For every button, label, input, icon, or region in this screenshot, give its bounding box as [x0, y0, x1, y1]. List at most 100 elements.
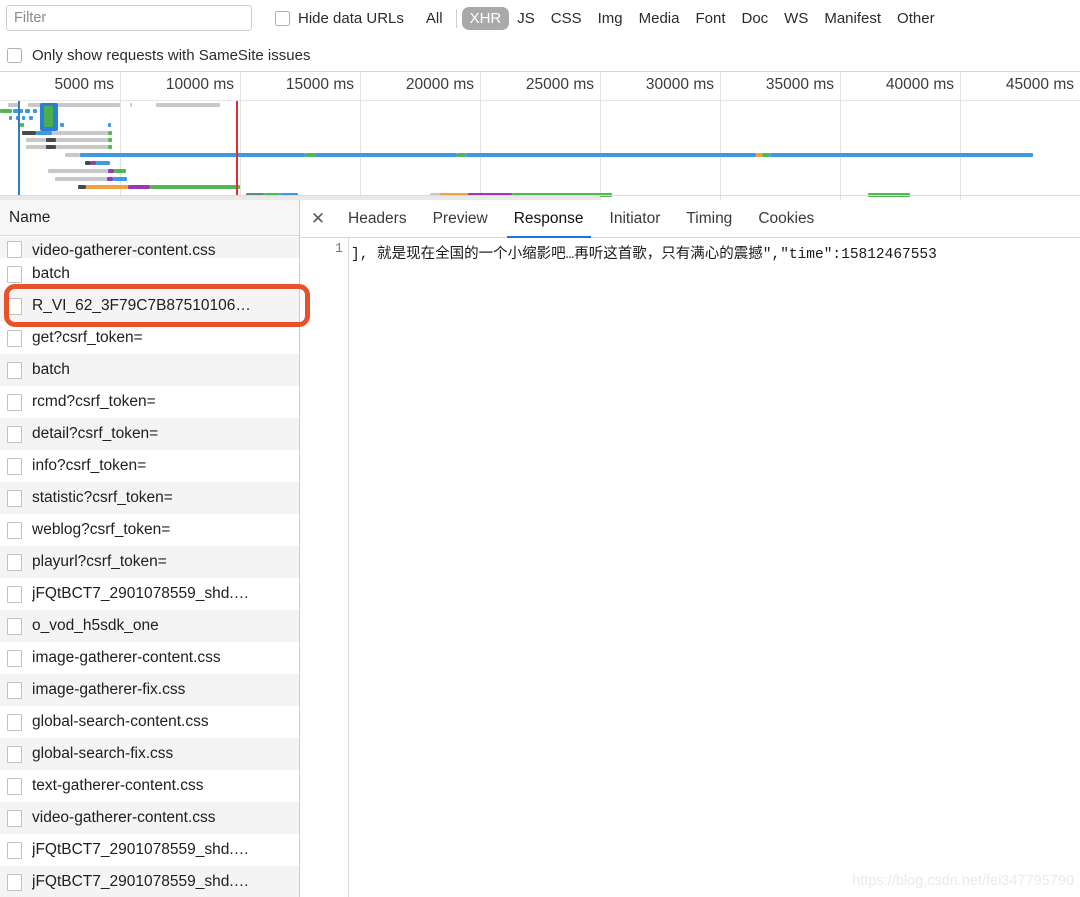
overview-request-bar	[26, 145, 48, 149]
overview-selected-request-inner	[44, 106, 53, 127]
request-row[interactable]: o_vod_h5sdk_one	[0, 610, 299, 642]
request-row-checkbox[interactable]	[7, 681, 22, 699]
hide-data-urls-checkbox[interactable]	[275, 10, 290, 26]
tab-headers[interactable]: Headers	[335, 200, 420, 238]
filter-input[interactable]	[6, 5, 252, 31]
request-row-checkbox[interactable]	[7, 393, 22, 411]
overview-request-bar	[52, 131, 108, 135]
timeline-marker-dom-content-loaded	[18, 101, 20, 200]
request-row-checkbox[interactable]	[7, 841, 22, 859]
response-body[interactable]: 1 ], 就是现在全国的一个小缩影吧…再听这首歌，只有满心的震撼","time"…	[301, 238, 1080, 897]
network-timeline-overview[interactable]: 5000 ms 10000 ms 15000 ms 20000 ms 25000 ms 3…	[0, 72, 1080, 200]
request-row[interactable]: batch	[0, 258, 299, 290]
hide-data-urls-control[interactable]: Hide data URLs	[275, 10, 404, 27]
request-row-checkbox[interactable]	[7, 489, 22, 507]
overview-request-bar	[26, 138, 48, 142]
request-row-checkbox[interactable]	[7, 521, 22, 539]
response-code-line: ], 就是现在全国的一个小缩影吧…再听这首歌，只有满心的震撼","time":1…	[351, 247, 937, 263]
overview-request-bar	[25, 109, 30, 113]
overview-request-bar	[46, 138, 56, 142]
request-row-checkbox[interactable]	[7, 361, 22, 379]
request-row[interactable]: global-search-fix.css	[0, 738, 299, 770]
overview-request-bar	[770, 153, 1033, 157]
type-filter-font[interactable]: Font	[687, 7, 733, 30]
request-row[interactable]: video-gatherer-content.css	[0, 802, 299, 834]
request-row[interactable]: playurl?csrf_token=	[0, 546, 299, 578]
detail-tab-bar: ✕ Headers Preview Response Initiator Tim…	[301, 200, 1080, 238]
request-row[interactable]: jFQtBCT7_2901078559_shd.…	[0, 834, 299, 866]
request-row[interactable]: jFQtBCT7_2901078559_shd.…	[0, 578, 299, 610]
request-row[interactable]: text-gatherer-content.css	[0, 770, 299, 802]
request-row-checkbox[interactable]	[7, 649, 22, 667]
type-filter-divider	[455, 8, 457, 28]
type-filter-ws[interactable]: WS	[776, 7, 816, 30]
type-filter-xhr[interactable]: XHR	[461, 6, 510, 30]
tab-cookies[interactable]: Cookies	[745, 200, 827, 238]
request-rows: video-gatherer-content.css batch R_VI_62_3…	[0, 237, 299, 897]
request-row-checkbox[interactable]	[7, 241, 22, 258]
overview-request-bar	[315, 153, 457, 157]
request-row[interactable]: info?csrf_token=	[0, 450, 299, 482]
type-filter-img[interactable]: Img	[590, 7, 631, 30]
tab-response[interactable]: Response	[501, 200, 597, 238]
type-filter-other[interactable]: Other	[889, 7, 943, 30]
tab-initiator[interactable]: Initiator	[597, 200, 674, 238]
overview-request-bar	[96, 161, 110, 165]
request-row-checkbox[interactable]	[7, 713, 22, 731]
samesite-checkbox[interactable]	[7, 47, 22, 63]
overview-request-bar	[108, 131, 112, 135]
timeline-tick-label: 30000 ms	[645, 76, 714, 93]
request-row[interactable]: image-gatherer-content.css	[0, 642, 299, 674]
samesite-filter-control[interactable]: Only show requests with SameSite issues	[0, 42, 1080, 68]
request-row[interactable]: rcmd?csrf_token=	[0, 386, 299, 418]
request-row-checkbox[interactable]	[7, 329, 22, 347]
request-row[interactable]: batch	[0, 354, 299, 386]
request-row-checkbox[interactable]	[7, 873, 22, 891]
type-filter-media[interactable]: Media	[631, 7, 688, 30]
request-row-name: global-search-fix.css	[32, 745, 174, 762]
request-row[interactable]: video-gatherer-content.css	[0, 237, 299, 259]
request-row-name: image-gatherer-content.css	[32, 649, 221, 666]
request-row-checkbox[interactable]	[7, 553, 22, 571]
timeline-tick-label: 35000 ms	[765, 76, 834, 93]
request-row-checkbox[interactable]	[7, 265, 22, 283]
request-row-name: image-gatherer-fix.css	[32, 681, 186, 698]
request-row-name: o_vod_h5sdk_one	[32, 617, 159, 634]
timeline-tick-label: 20000 ms	[405, 76, 474, 93]
tab-timing[interactable]: Timing	[673, 200, 745, 238]
request-row-name: global-search-content.css	[32, 713, 209, 730]
request-row-checkbox[interactable]	[7, 585, 22, 603]
request-row[interactable]: global-search-content.css	[0, 706, 299, 738]
request-row-checkbox[interactable]	[7, 297, 22, 315]
request-row[interactable]: detail?csrf_token=	[0, 418, 299, 450]
type-filter-css[interactable]: CSS	[543, 7, 590, 30]
request-row-checkbox[interactable]	[7, 809, 22, 827]
type-filter-manifest[interactable]: Manifest	[816, 7, 889, 30]
request-row[interactable]: weblog?csrf_token=	[0, 514, 299, 546]
request-row-checkbox[interactable]	[7, 425, 22, 443]
overview-request-bar	[108, 138, 112, 142]
type-filter-doc[interactable]: Doc	[733, 7, 776, 30]
type-filter-all[interactable]: All	[418, 7, 451, 30]
request-row-checkbox[interactable]	[7, 457, 22, 475]
request-row[interactable]: get?csrf_token=	[0, 322, 299, 354]
request-row[interactable]: R_VI_62_3F79C7B87510106…	[0, 290, 299, 322]
request-row[interactable]: jFQtBCT7_2901078559_shd.…	[0, 866, 299, 897]
request-row[interactable]: statistic?csrf_token=	[0, 482, 299, 514]
overview-request-bar	[9, 116, 12, 120]
request-row-checkbox[interactable]	[7, 745, 22, 763]
request-row-name: info?csrf_token=	[32, 457, 147, 474]
type-filter-js[interactable]: JS	[509, 7, 543, 30]
overview-request-bar	[60, 123, 64, 127]
timeline-tick-label: 45000 ms	[1005, 76, 1074, 93]
request-row-name: rcmd?csrf_token=	[32, 393, 156, 410]
request-row[interactable]: image-gatherer-fix.css	[0, 674, 299, 706]
request-row-checkbox[interactable]	[7, 617, 22, 635]
samesite-label: Only show requests with SameSite issues	[32, 46, 311, 64]
close-icon[interactable]: ✕	[301, 200, 335, 238]
request-row-checkbox[interactable]	[7, 777, 22, 795]
tab-preview[interactable]: Preview	[420, 200, 501, 238]
request-row-name: video-gatherer-content.css	[32, 242, 216, 259]
overview-request-bar	[113, 177, 127, 181]
overview-request-bar	[36, 131, 52, 135]
